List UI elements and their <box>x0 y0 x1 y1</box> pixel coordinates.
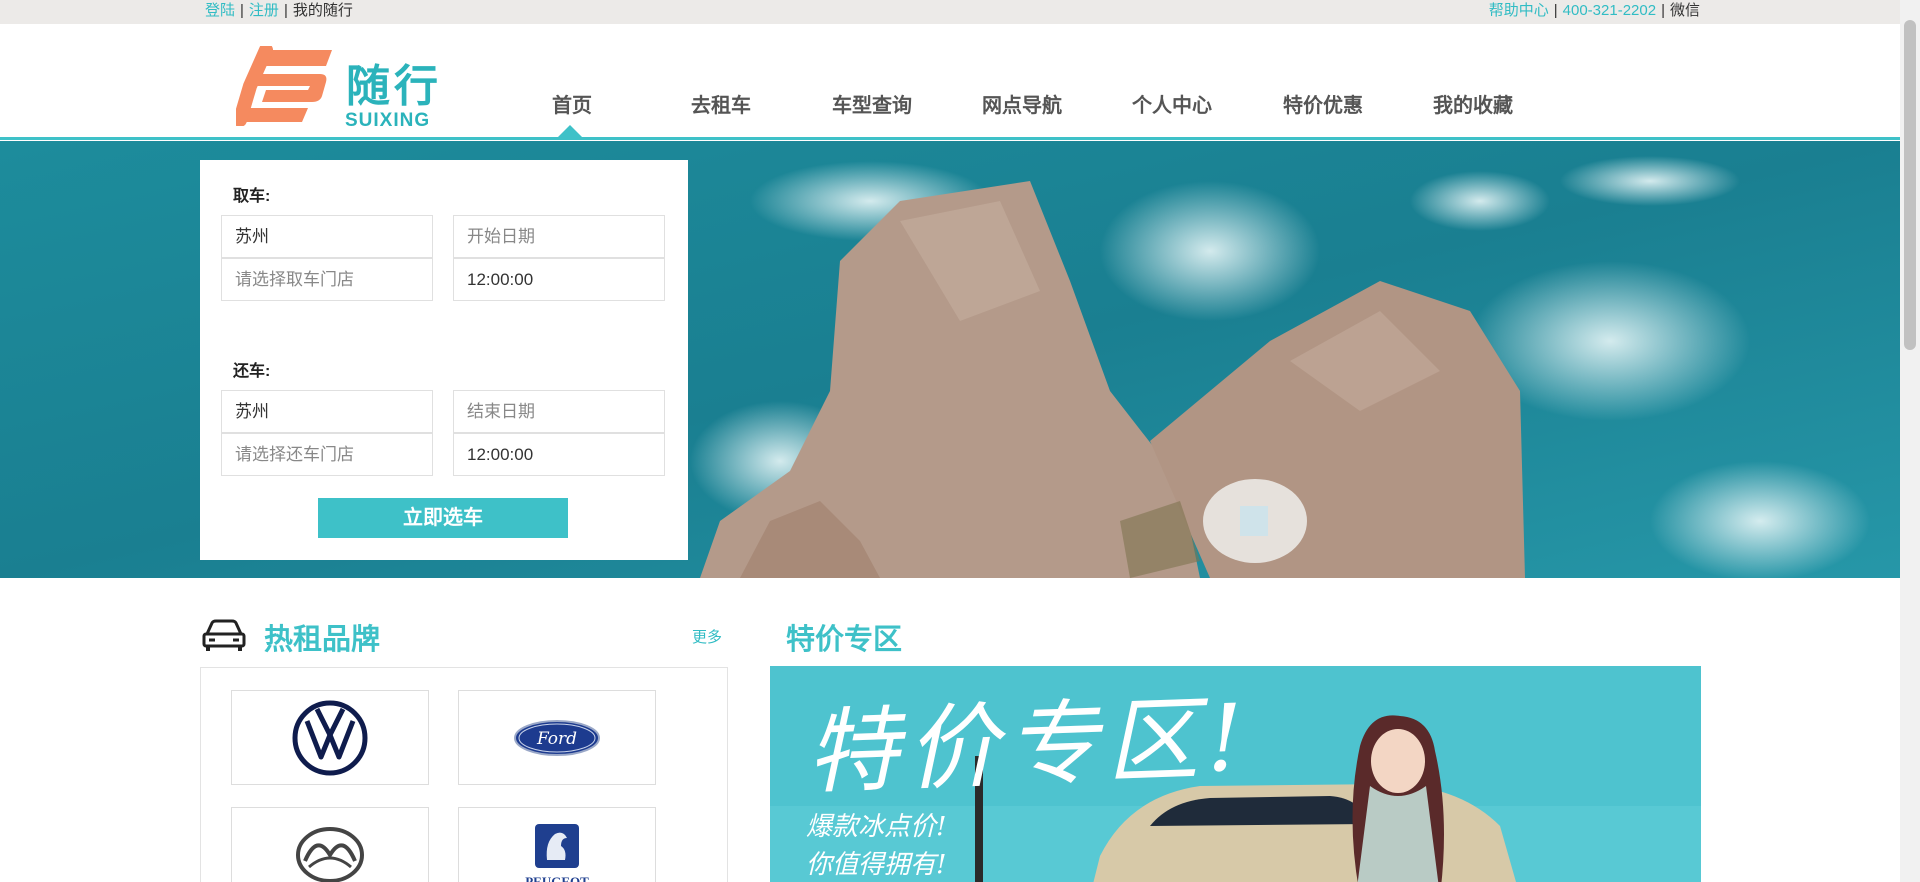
logo-mark-icon <box>236 46 332 126</box>
select-car-button[interactable]: 立即选车 <box>318 498 568 538</box>
nav-item-stores[interactable]: 网点导航 <box>982 89 1062 118</box>
divider: | <box>1661 2 1665 19</box>
brand-peugeot[interactable]: PEUGEOT <box>458 807 656 882</box>
nav-item-models[interactable]: 车型查询 <box>832 89 912 118</box>
special-offers-banner[interactable]: 特价专区! 爆款冰点价! 你值得拥有! <box>770 666 1701 882</box>
hot-brands-title: 热租品牌 <box>264 624 381 656</box>
divider: | <box>283 2 288 19</box>
return-time-field[interactable]: 12:00:00 <box>453 433 665 476</box>
divider: | <box>1553 2 1558 19</box>
nav-item-rent[interactable]: 去租车 <box>691 89 751 118</box>
wechat-link[interactable]: 微信 <box>1670 2 1700 19</box>
return-label: 还车: <box>233 363 271 380</box>
nav-item-home[interactable]: 首页 <box>552 89 592 118</box>
page: 登陆 | 注册 | 我的随行 帮助中心 | 400-321-2202 | 微信 随行 SUIXI… <box>0 0 1920 882</box>
help-center-link[interactable]: 帮助中心 <box>1489 2 1549 19</box>
brand-mazda[interactable] <box>231 807 429 882</box>
divider: | <box>240 2 244 19</box>
pickup-time-field[interactable]: 12:00:00 <box>453 258 665 301</box>
nav-item-account[interactable]: 个人中心 <box>1132 89 1212 118</box>
pickup-label: 取车: <box>233 188 271 205</box>
top-bar-left: 登陆 | 注册 | 我的随行 <box>205 0 353 22</box>
promo-headline: 特价专区! <box>804 684 1253 807</box>
nav-item-favorites[interactable]: 我的收藏 <box>1433 89 1513 118</box>
return-store-field[interactable]: 请选择还车门店 <box>221 433 433 476</box>
brand-volkswagen[interactable] <box>231 690 429 785</box>
phone-number: 400-321-2202 <box>1562 2 1657 19</box>
ford-logo-icon: Ford <box>514 719 600 756</box>
site-logo[interactable]: 随行 SUIXING <box>236 46 456 131</box>
special-offers-title: 特价专区 <box>786 624 903 656</box>
pickup-city-field[interactable]: 苏州 <box>221 215 433 258</box>
logo-english-text: SUIXING <box>345 110 431 131</box>
mazda-logo-icon <box>296 826 364 882</box>
login-link[interactable]: 登陆 <box>205 2 235 19</box>
site-header: 随行 SUIXING 首页 去租车 车型查询 网点导航 个人中心 特价优惠 我的… <box>0 24 1900 140</box>
top-bar: 登陆 | 注册 | 我的随行 帮助中心 | 400-321-2202 | 微信 <box>0 0 1900 24</box>
more-brands-link[interactable]: 更多 <box>692 626 722 647</box>
top-bar-right: 帮助中心 | 400-321-2202 | 微信 <box>1489 0 1700 22</box>
promo-line-1: 爆款冰点价! <box>806 812 947 842</box>
brand-ford[interactable]: Ford <box>458 690 656 785</box>
booking-form: 取车: 苏州 开始日期 请选择取车门店 12:00:00 还车: 苏州 结束日期… <box>200 160 688 560</box>
peugeot-logo-icon: PEUGEOT <box>525 823 589 882</box>
return-date-field[interactable]: 结束日期 <box>453 390 665 433</box>
pickup-store-field[interactable]: 请选择取车门店 <box>221 258 433 301</box>
register-link[interactable]: 注册 <box>249 2 279 19</box>
scrollbar-thumb[interactable] <box>1904 20 1916 350</box>
volkswagen-logo-icon <box>292 700 368 775</box>
page-scrollbar[interactable] <box>1900 0 1920 882</box>
svg-text:Ford: Ford <box>536 729 577 749</box>
peugeot-wordmark: PEUGEOT <box>525 874 589 882</box>
logo-chinese-text: 随行 <box>346 61 442 112</box>
pickup-date-field[interactable]: 开始日期 <box>453 215 665 258</box>
active-nav-indicator <box>556 125 584 139</box>
return-city-field[interactable]: 苏州 <box>221 390 433 433</box>
car-icon <box>202 619 246 651</box>
my-trip-link[interactable]: 我的随行 <box>293 2 353 19</box>
promo-line-2: 你值得拥有! <box>806 850 947 880</box>
nav-item-deals[interactable]: 特价优惠 <box>1283 89 1363 118</box>
brand-grid: Ford PEUGEOT <box>200 667 728 882</box>
